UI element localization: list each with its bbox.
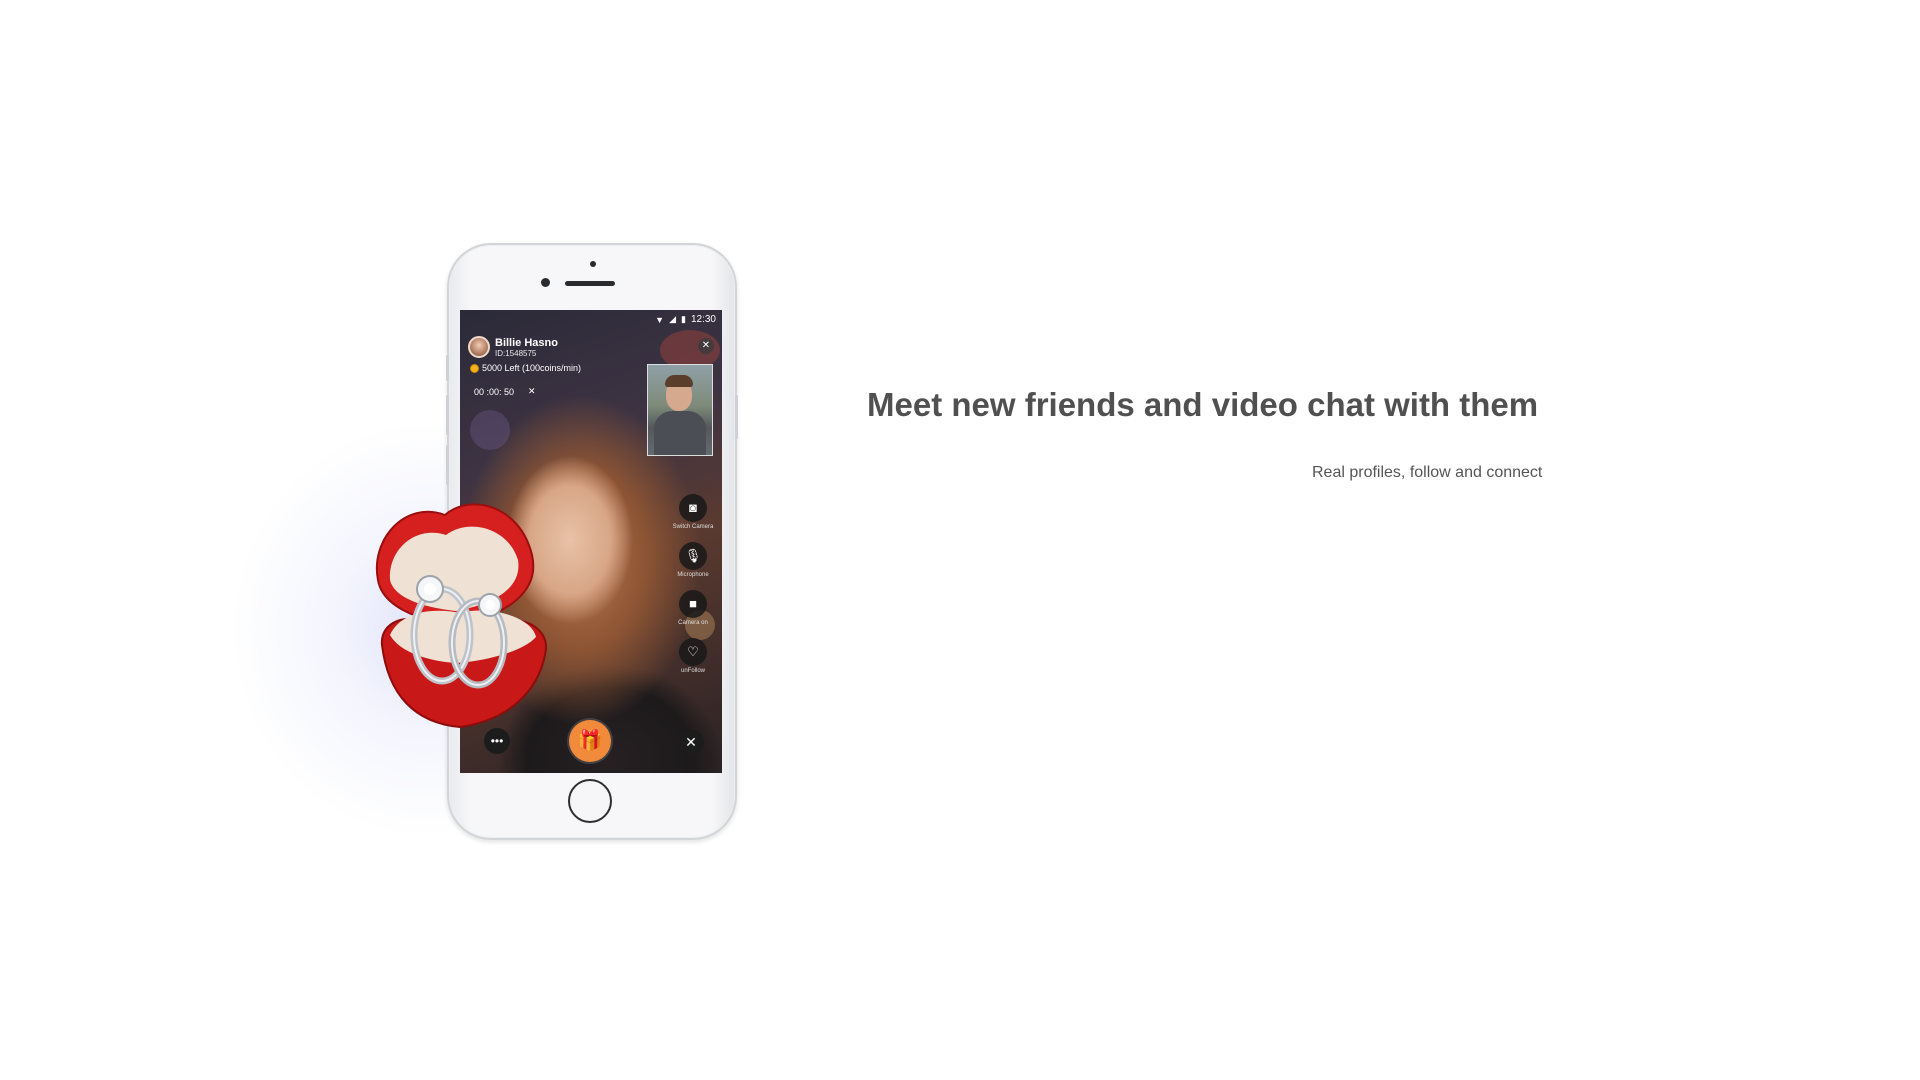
status-bar: ▼ ◢ ▮ 12:30 xyxy=(655,314,716,325)
self-video-preview[interactable] xyxy=(647,364,713,456)
phone-speaker xyxy=(565,281,615,286)
phone-sensor xyxy=(590,261,596,267)
control-label: Microphone xyxy=(677,572,709,578)
control-label: Switch Camera xyxy=(672,524,714,530)
video-icon[interactable]: ■ xyxy=(679,590,707,618)
home-button xyxy=(568,779,612,823)
caller-profile[interactable]: Billie Hasno ID:1548575 xyxy=(468,336,558,358)
preview-person-body xyxy=(654,411,706,455)
switch-camera-control[interactable]: ◙ Switch Camera xyxy=(672,494,714,530)
preview-person-hair xyxy=(665,375,693,387)
camera-icon[interactable]: ◙ xyxy=(679,494,707,522)
heart-icon[interactable]: ♡ xyxy=(679,638,707,666)
call-timer: 00 :00: 50 ✕ xyxy=(474,386,536,397)
control-label: unFollow xyxy=(680,668,705,674)
end-call-icon[interactable]: ✕ xyxy=(678,729,704,755)
page-title: Meet new friends and video chat with the… xyxy=(867,386,1539,423)
caller-id: ID:1548575 xyxy=(495,348,537,358)
avatar[interactable] xyxy=(468,336,490,358)
gift-icon[interactable]: 🎁 xyxy=(569,720,611,762)
coins-balance: 5000 Left (100coins/min) xyxy=(470,363,581,373)
phone-side-button xyxy=(446,355,449,381)
close-icon[interactable]: ✕ xyxy=(698,338,714,354)
coins-text: 5000 Left (100coins/min) xyxy=(482,363,582,373)
phone-power-button xyxy=(735,395,738,439)
control-label: Camera on xyxy=(678,620,708,626)
coin-icon xyxy=(470,363,479,373)
phone-volume-down xyxy=(446,445,449,485)
wifi-icon: ▼ xyxy=(655,314,665,325)
call-controls: ◙ Switch Camera 🎙 Microphone ■ Camera on… xyxy=(673,494,713,686)
video-toggle-control[interactable]: ■ Camera on xyxy=(678,590,708,626)
page-subtitle: Real profiles, follow and connect xyxy=(1312,464,1543,481)
phone-front-camera xyxy=(541,278,550,287)
bokeh-light xyxy=(470,410,510,450)
minimize-icon[interactable]: ✕ xyxy=(528,386,536,397)
call-timer-text: 00 :00: 50 xyxy=(474,386,515,397)
battery-icon: ▮ xyxy=(681,314,686,324)
signal-icon: ◢ xyxy=(669,314,677,324)
phone-volume-up xyxy=(446,395,449,435)
status-time: 12:30 xyxy=(690,314,716,325)
ring-box-image xyxy=(375,503,547,729)
caller-name: Billie Hasno xyxy=(495,336,558,349)
microphone-icon[interactable]: 🎙 xyxy=(678,542,707,570)
unfollow-control[interactable]: ♡ unFollow xyxy=(679,638,707,674)
microphone-control[interactable]: 🎙 Microphone xyxy=(677,542,709,578)
